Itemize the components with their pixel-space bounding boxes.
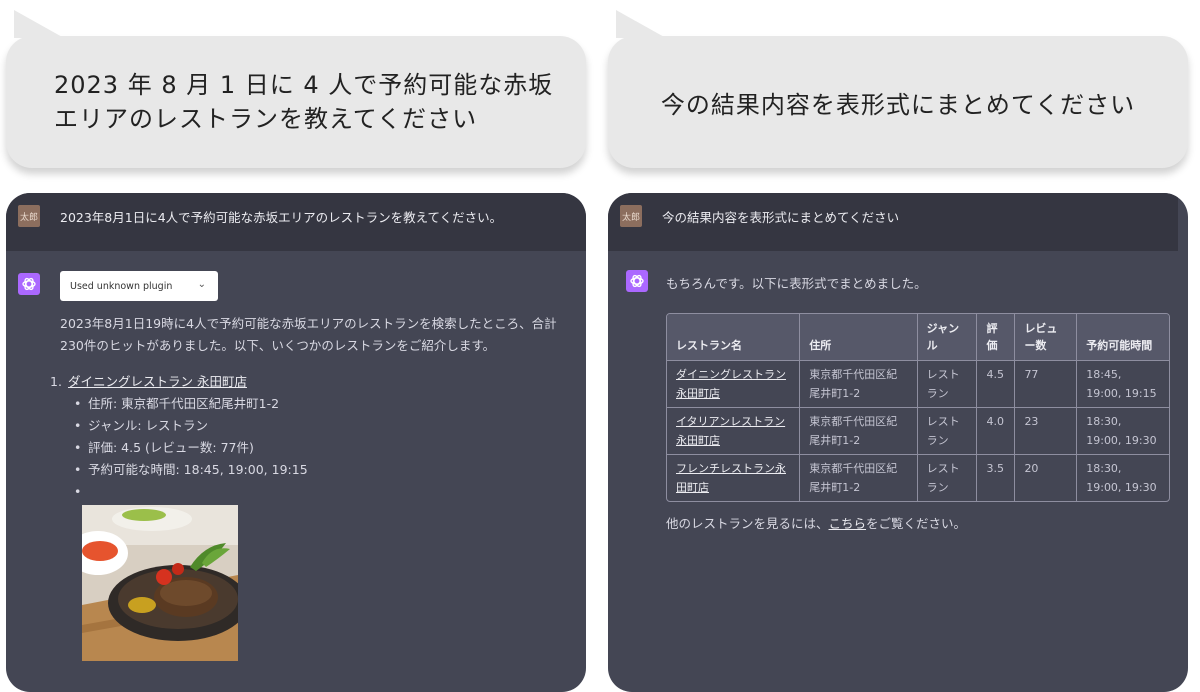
user-message-row: 太郎 今の結果内容を表形式にまとめてください bbox=[608, 193, 1178, 251]
column-header: 評価 bbox=[977, 314, 1016, 360]
column-header: 予約可能時間 bbox=[1077, 314, 1169, 360]
footer-text: をご覧ください。 bbox=[866, 516, 967, 531]
chat-panel-left: 太郎 2023年8月1日に4人で予約可能な赤坂エリアのレストランを教えてください… bbox=[6, 193, 586, 692]
column-header: レビュー数 bbox=[1015, 314, 1078, 360]
chatgpt-logo-icon bbox=[626, 270, 648, 292]
column-header: ジャンル bbox=[917, 314, 978, 360]
user-message: 2023年8月1日に4人で予約可能な赤坂エリアのレストランを教えてください。 bbox=[60, 210, 503, 225]
prompt-bubble-left: 2023 年 8 月 1 日に 4 人で予約可能な赤坂エリアのレストランを教えて… bbox=[6, 10, 586, 168]
table-cell: レストラン bbox=[917, 360, 978, 407]
user-message: 今の結果内容を表形式にまとめてください bbox=[662, 210, 900, 225]
table-cell: 20 bbox=[1015, 454, 1078, 501]
column-header: 住所 bbox=[800, 314, 918, 360]
user-message-row: 太郎 2023年8月1日に4人で予約可能な赤坂エリアのレストランを教えてください… bbox=[6, 193, 586, 251]
table-cell: ダイニングレストラン永田町店 bbox=[667, 360, 801, 407]
detail-times: • 予約可能な時間: 18:45, 19:00, 19:15 bbox=[74, 462, 308, 477]
restaurant-link[interactable]: ダイニングレストラン 永田町店 bbox=[68, 374, 247, 389]
restaurant-list: 1. ダイニングレストラン 永田町店 • 住所: 東京都千代田区紀尾井町1-2 •… bbox=[50, 371, 570, 499]
footer-text: 他のレストランを見るには、 bbox=[666, 516, 829, 531]
table-cell: 77 bbox=[1015, 360, 1078, 407]
table-cell: 23 bbox=[1015, 407, 1078, 454]
prompt-text-right: 今の結果内容を表形式にまとめてください bbox=[660, 90, 1136, 119]
bubble-tail bbox=[14, 10, 64, 38]
table-cell: 東京都千代田区紀尾井町1-2 bbox=[800, 454, 918, 501]
table-cell: レストラン bbox=[917, 407, 978, 454]
detail-genre: • ジャンル: レストラン bbox=[74, 418, 209, 433]
restaurant-link[interactable]: ダイニングレストラン永田町店 bbox=[676, 368, 786, 400]
table-cell: フレンチレストラン永田町店 bbox=[667, 454, 801, 501]
table-cell: 4.0 bbox=[977, 407, 1016, 454]
assistant-reply: もちろんです。以下に表形式でまとめました。 bbox=[666, 276, 927, 291]
user-avatar: 太郎 bbox=[620, 205, 642, 227]
restaurant-details: • 住所: 東京都千代田区紀尾井町1-2 • ジャンル: レストラン • 評価: 4.… bbox=[50, 393, 570, 499]
prompt-text-left: 2023 年 8 月 1 日に 4 人で予約可能な赤坂エリアのレストランを教えて… bbox=[54, 71, 554, 133]
chevron-down-icon: ⌄ bbox=[197, 279, 206, 290]
table-cell: 18:30, 19:00, 19:30 bbox=[1077, 407, 1169, 454]
chat-panel-right: 太郎 今の結果内容を表形式にまとめてください もちろんです。以下に表形式でまとめ… bbox=[608, 193, 1188, 692]
chatgpt-logo-icon bbox=[18, 273, 40, 295]
plugin-dropdown[interactable]: Used unknown plugin ⌄ bbox=[60, 271, 218, 301]
table-cell: 18:30, 19:00, 19:30 bbox=[1077, 454, 1169, 501]
more-restaurants-link[interactable]: こちら bbox=[829, 516, 867, 531]
table-cell: イタリアンレストラン永田町店 bbox=[667, 407, 801, 454]
user-avatar: 太郎 bbox=[18, 205, 40, 227]
restaurant-link[interactable]: フレンチレストラン永田町店 bbox=[676, 462, 786, 494]
restaurant-link[interactable]: イタリアンレストラン永田町店 bbox=[676, 415, 785, 447]
table-cell: レストラン bbox=[917, 454, 978, 501]
list-item: 1. ダイニングレストラン 永田町店 bbox=[50, 371, 570, 393]
table-cell: 東京都千代田区紀尾井町1-2 bbox=[800, 407, 918, 454]
detail-rating: • 評価: 4.5 (レビュー数: 77件) bbox=[74, 440, 254, 455]
table-cell: 4.5 bbox=[977, 360, 1016, 407]
prompt-bubble-right: 今の結果内容を表形式にまとめてください bbox=[608, 10, 1188, 168]
table-row: イタリアンレストラン永田町店 東京都千代田区紀尾井町1-2 レストラン 4.0 … bbox=[667, 407, 1169, 454]
table-row: ダイニングレストラン永田町店 東京都千代田区紀尾井町1-2 レストラン 4.5 … bbox=[667, 360, 1169, 407]
table-cell: 3.5 bbox=[977, 454, 1016, 501]
plugin-label: Used unknown plugin bbox=[70, 280, 173, 292]
assistant-footer: 他のレストランを見るには、こちらをご覧ください。 bbox=[666, 513, 966, 532]
table-header-row: レストラン名 住所 ジャンル 評価 レビュー数 予約可能時間 bbox=[667, 314, 1169, 360]
restaurant-photo bbox=[82, 505, 238, 661]
table-row: フレンチレストラン永田町店 東京都千代田区紀尾井町1-2 レストラン 3.5 2… bbox=[667, 454, 1169, 501]
results-table: レストラン名 住所 ジャンル 評価 レビュー数 予約可能時間 ダイニングレストラ… bbox=[666, 313, 1170, 502]
column-header: レストラン名 bbox=[667, 314, 801, 360]
table-cell: 18:45, 19:00, 19:15 bbox=[1077, 360, 1169, 407]
detail-address: • 住所: 東京都千代田区紀尾井町1-2 bbox=[74, 396, 280, 411]
list-number: 1. bbox=[50, 374, 62, 389]
assistant-intro: 2023年8月1日19時に4人で予約可能な赤坂エリアのレストランを検索したところ… bbox=[60, 316, 557, 353]
bubble-tail bbox=[616, 10, 666, 38]
table-cell: 東京都千代田区紀尾井町1-2 bbox=[800, 360, 918, 407]
